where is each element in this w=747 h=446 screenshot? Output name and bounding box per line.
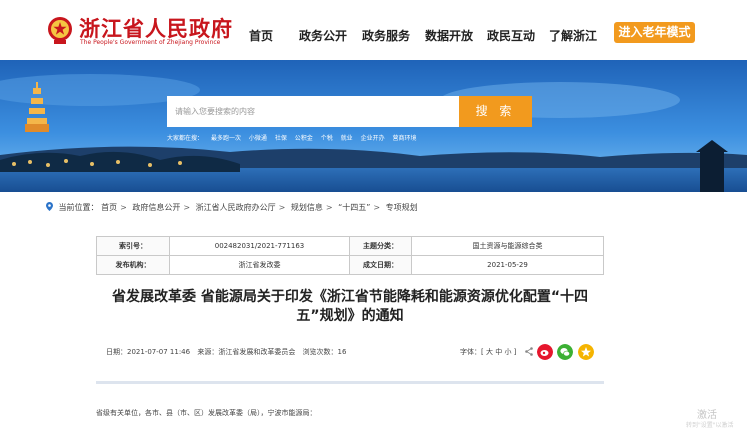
breadcrumb-separator: > [278,203,286,212]
issuer-value: 浙江省发改委 [169,255,350,275]
hero-banner: 请输入您要搜索的内容 搜 索 大家都在搜： 最多跑一次 小微通 社保 公积金 个… [0,60,747,192]
national-emblem-icon [48,17,72,44]
activation-watermark-sub: 转到"设置"以激活 [686,422,734,429]
font-size-medium[interactable]: 中 [495,348,502,356]
activation-watermark: 激活 [697,410,717,421]
site-header: 浙江省人民政府 The People's Government of Zheji… [0,0,747,62]
wechat-share-icon[interactable] [557,344,573,360]
table-row: 索引号： 002482031/2021-771163 主题分类： 国土资源与能源… [96,236,604,256]
share-icon[interactable] [525,347,533,356]
breadcrumb-item[interactable]: 政府信息公开 [132,203,180,212]
qzone-share-icon[interactable] [578,344,594,360]
nav-about-zhejiang[interactable]: 了解浙江 [549,27,597,44]
breadcrumb-item[interactable]: “十四五” [338,203,370,212]
content-divider [96,381,604,384]
hot-search-term[interactable]: 最多跑一次 [211,135,241,142]
nav-open-government[interactable]: 政务公开 [299,27,347,44]
breadcrumb-item[interactable]: 专项规划 [386,203,418,212]
hot-search-term[interactable]: 就业 [341,135,353,142]
topic-value: 国土资源与能源综合类 [411,236,604,256]
hot-search-label: 大家都在搜： [167,135,204,142]
breadcrumb-item[interactable]: 规划信息 [291,203,323,212]
nav-government-services[interactable]: 政务服务 [362,27,410,44]
breadcrumb-separator: > [120,203,127,212]
nav-interaction[interactable]: 政民互动 [487,27,535,44]
font-size-large[interactable]: 大 [486,348,493,356]
font-size-label: 字体：[ [460,348,484,356]
index-value: 002482031/2021-771163 [169,236,350,256]
elder-mode-button[interactable]: 进入老年模式 [614,22,695,43]
hot-search-row: 大家都在搜： 最多跑一次 小微通 社保 公积金 个税 就业 企业开办 营商环境 [167,133,423,142]
article-addressee: 省级有关单位，各市、县（市、区）发展改革委（局），宁波市能源局： [96,409,317,417]
breadcrumb-separator: > [183,203,191,212]
date-label: 成文日期： [349,255,412,275]
search-input[interactable]: 请输入您要搜索的内容 [167,96,459,127]
font-size-small[interactable]: 小 [504,348,511,356]
topic-label: 主题分类： [349,236,412,256]
article-info: 日期：2021-07-07 11:46 来源：浙江省发展和改革委员会 浏览次数：… [106,347,351,357]
hot-search-term[interactable]: 个税 [321,135,333,142]
font-size-end: ] [513,348,517,356]
article-source: 来源：浙江省发展和改革委员会 [197,348,296,356]
nav-home[interactable]: 首页 [249,27,273,44]
article-title: 省发展改革委 省能源局关于印发《浙江省节能降耗和能源资源优化配置“十四五”规划》… [111,289,589,324]
document-metadata-table: 索引号： 002482031/2021-771163 主题分类： 国土资源与能源… [96,236,604,275]
hot-search-term[interactable]: 小微通 [249,135,267,142]
breadcrumb: 当前位置： 首页 > 政府信息公开 > 浙江省人民政府办公厅 > 规划信息 > “十四五… [46,202,418,213]
article-views: 浏览次数：16 [302,348,347,356]
breadcrumb-separator: > [325,203,333,212]
hot-search-term[interactable]: 企业开办 [361,135,385,142]
font-size-control: 字体：[ 大 中 小 ] [460,347,516,357]
hot-search-term[interactable]: 社保 [275,135,287,142]
breadcrumb-separator: > [373,203,381,212]
index-label: 索引号： [96,236,170,256]
breadcrumb-prefix: 当前位置： [58,203,99,212]
site-subtitle: The People's Government of Zhejiang Prov… [80,39,221,46]
article-date: 日期：2021-07-07 11:46 [106,348,191,356]
breadcrumb-item[interactable]: 浙江省人民政府办公厅 [196,203,276,212]
hot-search-term[interactable]: 公积金 [295,135,313,142]
issuer-label: 发布机构： [96,255,170,275]
hot-search-term[interactable]: 营商环境 [393,135,417,142]
weibo-share-icon[interactable] [537,344,553,360]
date-value: 2021-05-29 [411,255,604,275]
table-row: 发布机构： 浙江省发改委 成文日期： 2021-05-29 [96,255,604,275]
nav-open-data[interactable]: 数据开放 [425,27,473,44]
location-pin-icon [46,202,53,211]
search-button[interactable]: 搜 索 [459,96,532,127]
breadcrumb-item[interactable]: 首页 [101,203,117,212]
